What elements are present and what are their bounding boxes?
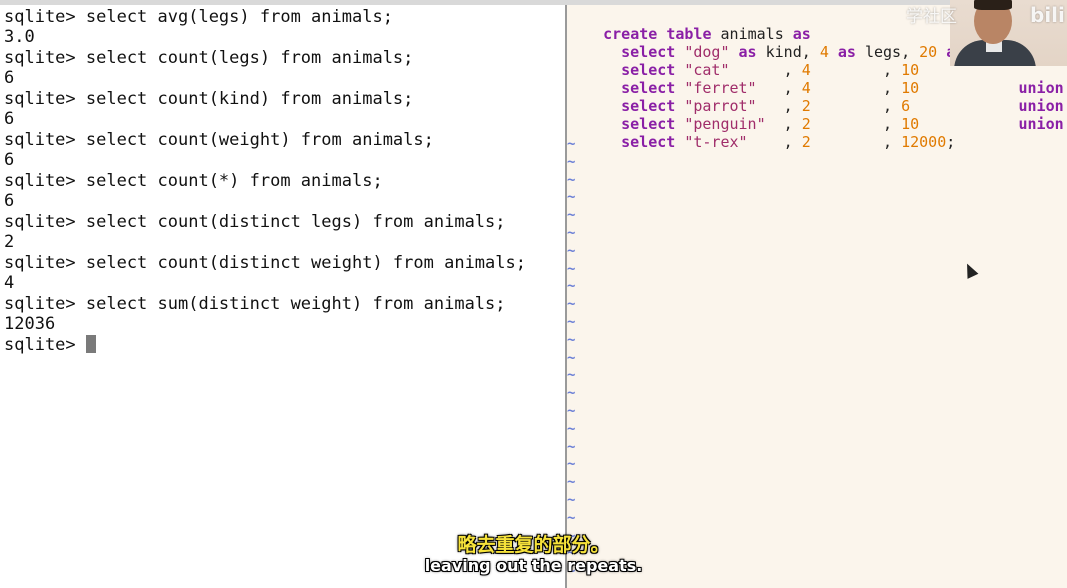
- tilde-marker: ~: [567, 403, 576, 419]
- terminal-output-line: 6: [4, 109, 15, 129]
- terminal-output-line: 6: [4, 150, 15, 170]
- terminal-prompt-line[interactable]: sqlite>: [4, 335, 96, 355]
- tilde-marker: ~: [567, 278, 576, 294]
- tilde-marker: ~: [567, 385, 576, 401]
- string-token: "t-rex": [684, 133, 748, 151]
- tilde-marker: ~: [567, 261, 576, 277]
- text-cursor: [85, 335, 96, 353]
- tilde-marker: ~: [567, 439, 576, 455]
- code-text: ,: [747, 133, 802, 151]
- code-text: ,: [810, 133, 902, 151]
- tilde-marker: ~: [567, 189, 576, 205]
- number-token: 2: [801, 133, 811, 151]
- keyword-token: select: [621, 133, 676, 151]
- tilde-marker: ~: [567, 296, 576, 312]
- bilibili-logo: bili: [1030, 3, 1065, 27]
- tilde-marker: ~: [567, 172, 576, 188]
- terminal-output-line: 3.0: [4, 27, 35, 47]
- terminal-command-line: sqlite> select sum(distinct weight) from…: [4, 294, 506, 314]
- terminal-output-line: 12036: [4, 314, 56, 334]
- terminal-output-line: 6: [4, 191, 15, 211]
- subtitle-english: leaving out the repeats.: [424, 556, 643, 575]
- tilde-marker: ~: [567, 492, 576, 508]
- terminal-command-line: sqlite> select count(weight) from animal…: [4, 130, 434, 150]
- tilde-marker: ~: [567, 421, 576, 437]
- terminal-command-line: sqlite> select count(kind) from animals;: [4, 89, 414, 109]
- presenter-hair: [974, 0, 1012, 10]
- tilde-marker: ~: [567, 314, 576, 330]
- number-token: 20: [919, 43, 938, 61]
- tilde-marker: ~: [567, 207, 576, 223]
- terminal-command-line: sqlite> select count(legs) from animals;: [4, 48, 414, 68]
- number-token: 12000: [901, 133, 947, 151]
- tilde-marker: ~: [567, 350, 576, 366]
- watermark-text: 学社区: [906, 7, 957, 27]
- tilde-marker: ~: [567, 243, 576, 259]
- tilde-marker: ~: [567, 456, 576, 472]
- terminal-output-line: 4: [4, 273, 15, 293]
- terminal-output-line: 6: [4, 68, 15, 88]
- terminal-command-line: sqlite> select count(distinct weight) fr…: [4, 253, 526, 273]
- code-text: ;: [946, 133, 956, 151]
- tilde-marker: ~: [567, 474, 576, 490]
- terminal-command-line: sqlite> select count(distinct legs) from…: [4, 212, 506, 232]
- terminal-prompt: sqlite>: [4, 335, 86, 355]
- editor-row-t-rex: select "t-rex" , 2 , 12000;: [585, 115, 955, 169]
- terminal-output-line: 2: [4, 232, 15, 252]
- sql-editor-pane[interactable]: create table animals as select "dog" as …: [567, 5, 1067, 588]
- tilde-marker: ~: [567, 154, 576, 170]
- tilde-marker: ~: [567, 332, 576, 348]
- tilde-marker: ~: [567, 510, 576, 526]
- terminal-command-line: sqlite> select count(*) from animals;: [4, 171, 383, 191]
- subtitle-chinese: 略去重复的部分。: [457, 534, 610, 556]
- terminal-command-line: sqlite> select avg(legs) from animals;: [4, 7, 393, 27]
- tilde-marker: ~: [567, 367, 576, 383]
- keyword-token: union: [1018, 115, 1064, 133]
- tilde-marker: ~: [567, 225, 576, 241]
- sqlite-terminal-pane[interactable]: sqlite> select avg(legs) from animals; 3…: [0, 5, 565, 588]
- tilde-marker: ~: [567, 136, 576, 152]
